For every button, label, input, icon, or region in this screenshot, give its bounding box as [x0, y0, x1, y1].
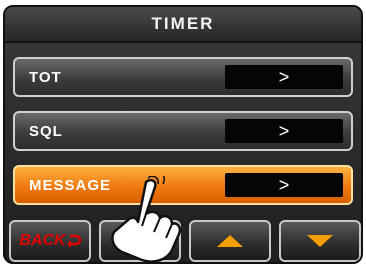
menu-item-value: >	[225, 119, 343, 143]
back-label: BACK	[19, 232, 66, 249]
bottom-button-bar: BACK SQL	[9, 220, 361, 262]
up-button[interactable]	[189, 220, 271, 262]
page-title: TIMER	[151, 14, 215, 33]
back-button[interactable]: BACK	[9, 220, 91, 262]
menu-item-tot[interactable]: TOT >	[13, 57, 353, 97]
menu-item-value: >	[225, 173, 343, 197]
return-arrow-icon	[66, 234, 81, 248]
sql-label: SQL	[123, 232, 157, 249]
menu-item-message[interactable]: MESSAGE >	[13, 165, 353, 205]
radio-screen: TIMER TOT > SQL > MESSAGE > BACK SQL	[3, 5, 363, 264]
menu-item-label: MESSAGE	[29, 176, 112, 194]
menu-item-label: SQL	[29, 122, 63, 140]
menu-item-value: >	[225, 65, 343, 89]
menu-item-sql[interactable]: SQL >	[13, 111, 353, 151]
triangle-down-icon	[307, 235, 333, 247]
menu-item-label: TOT	[29, 68, 62, 86]
title-bar: TIMER	[5, 7, 361, 43]
down-button[interactable]	[279, 220, 361, 262]
sql-button[interactable]: SQL	[99, 220, 181, 262]
triangle-up-icon	[217, 235, 243, 247]
